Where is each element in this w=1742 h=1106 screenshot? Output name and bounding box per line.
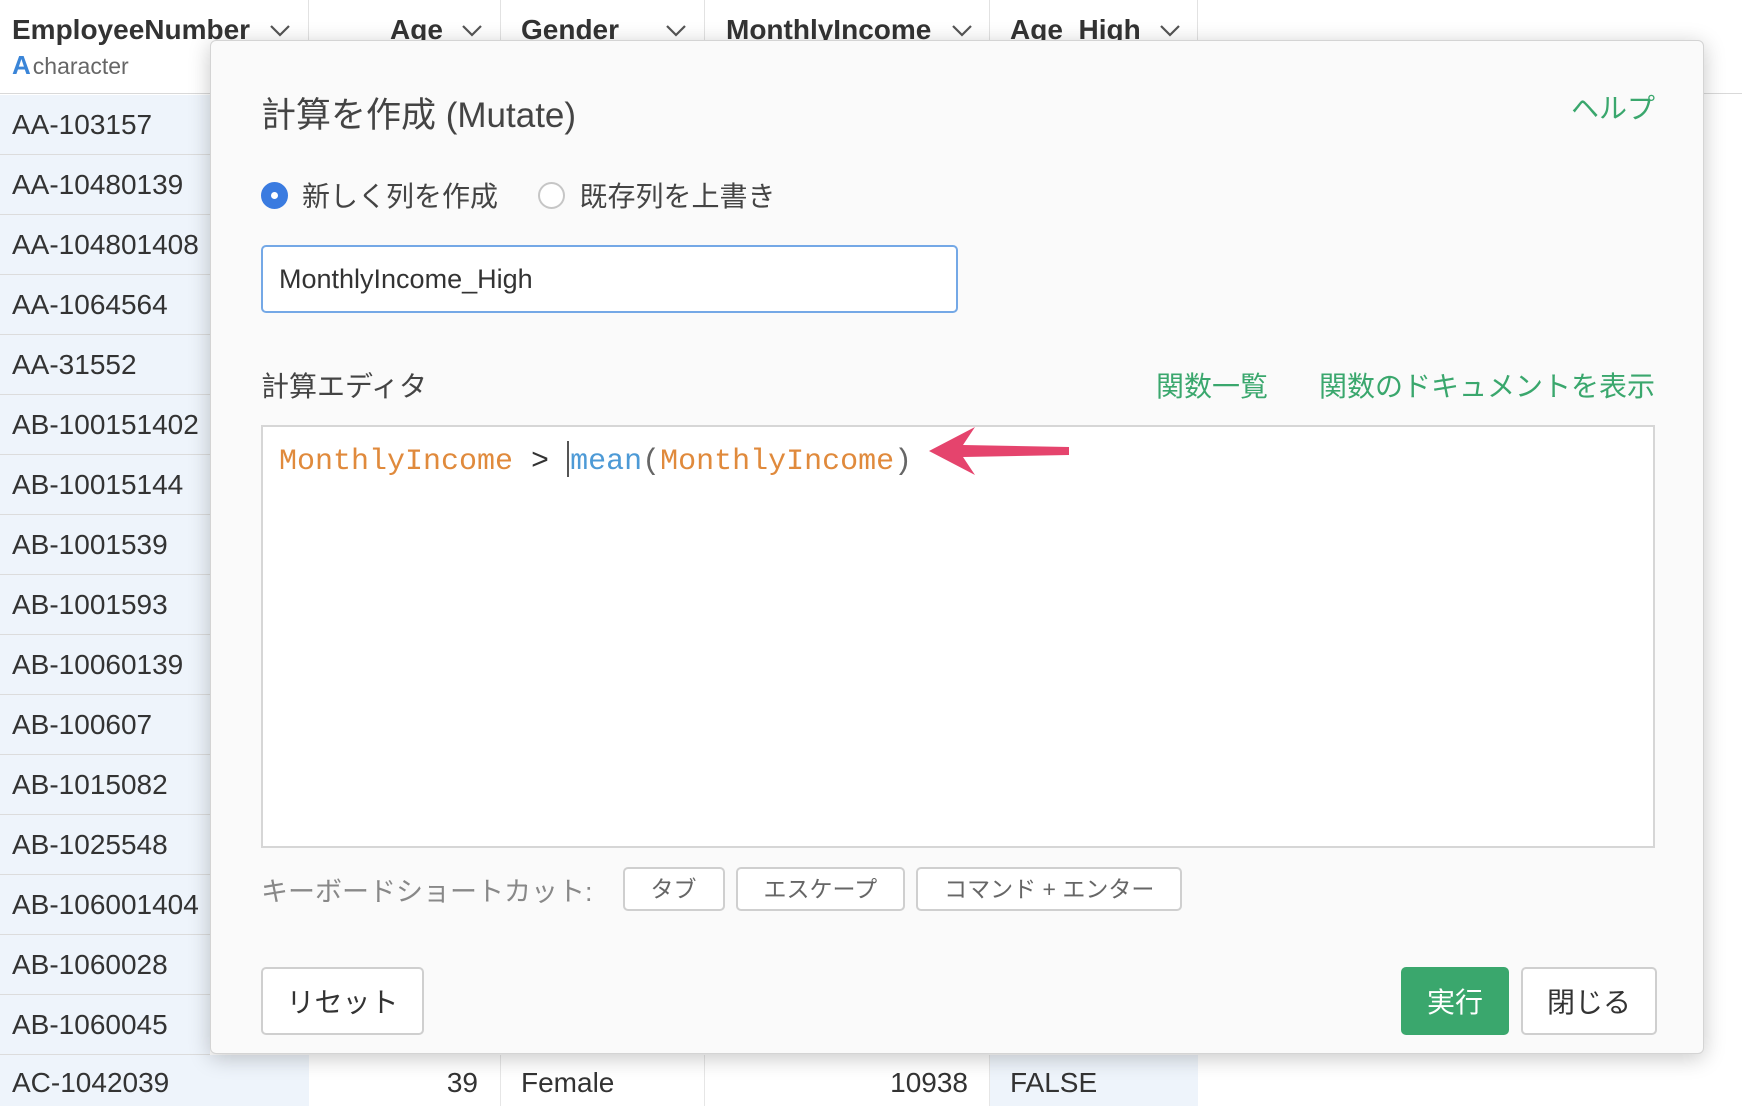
shortcut-key-escape: エスケープ xyxy=(735,867,906,911)
employee-number-cell: AB-1060028 xyxy=(12,949,168,980)
column-type-label: character xyxy=(32,53,129,79)
radio-overwrite-column-label: 既存列を上書き xyxy=(579,181,776,212)
close-button[interactable]: 閉じる xyxy=(1521,967,1657,1035)
employee-number-cell: AB-1025548 xyxy=(12,829,168,860)
table-row[interactable]: AA-31552 xyxy=(0,335,210,395)
table-row[interactable]: AB-106001404 xyxy=(0,875,210,935)
shortcut-key-tab: タブ xyxy=(622,867,725,911)
arrow-left-annotation-icon xyxy=(929,427,1069,475)
new-column-name-input[interactable] xyxy=(261,245,958,313)
employee-number-cell: AA-103157 xyxy=(12,109,153,140)
calculation-editor[interactable]: MonthlyIncome > mean(MonthlyIncome) xyxy=(261,425,1655,848)
gender-cell: Female xyxy=(501,1055,705,1106)
table-row[interactable]: AB-10060139 xyxy=(0,635,210,695)
table-row[interactable]: AB-100607 xyxy=(0,695,210,755)
employee-number-cell: AB-1015082 xyxy=(12,769,168,800)
monthly-income-cell: 10938 xyxy=(705,1055,990,1106)
age-high-cell: FALSE xyxy=(990,1055,1198,1106)
reset-button[interactable]: リセット xyxy=(261,967,424,1035)
table-row[interactable]: AB-1060045 xyxy=(0,995,210,1055)
employee-number-cell: AB-1001593 xyxy=(12,589,168,620)
employee-number-cell: AB-1001539 xyxy=(12,529,168,560)
function-docs-link[interactable]: 関数のドキュメントを表示 xyxy=(1319,365,1655,405)
mutate-dialog: 計算を作成 (Mutate) ヘルプ 新しく列を作成 既存列を上書き 計算エディ… xyxy=(210,40,1704,1054)
employee-number-cell: AA-104801408 xyxy=(12,229,199,260)
table-row[interactable]: AB-1060028 xyxy=(0,935,210,995)
code-token-column: MonthlyIncome xyxy=(279,445,514,479)
employee-number-cell: AB-10060139 xyxy=(12,649,184,680)
keyboard-shortcut-label: キーボードショートカット: xyxy=(261,876,593,907)
grid-rows: AA-103157 AA-10480139 AA-104801408 AA-10… xyxy=(0,95,210,1055)
code-token-operator: > xyxy=(513,445,568,479)
table-row[interactable]: AA-104801408 xyxy=(0,215,210,275)
code-line: MonthlyIncome > mean(MonthlyIncome) xyxy=(279,441,912,482)
column-type: Acharacter xyxy=(12,50,129,81)
table-row[interactable]: AB-1001593 xyxy=(0,575,210,635)
code-token-paren-close: ) xyxy=(894,445,913,479)
employee-number-cell: AB-1060045 xyxy=(12,1009,168,1040)
table-row[interactable]: AB-10015144 xyxy=(0,455,210,515)
radio-new-column[interactable]: 新しく列を作成 xyxy=(261,175,498,215)
code-token-column: MonthlyIncome xyxy=(660,445,895,479)
employee-number-cell: AC-1042039 xyxy=(0,1055,309,1106)
employee-number-cell: AA-10480139 xyxy=(12,169,184,200)
radio-overwrite-column[interactable]: 既存列を上書き xyxy=(538,175,775,215)
table-row[interactable]: AA-1064564 xyxy=(0,275,210,335)
table-row[interactable]: AB-1015082 xyxy=(0,755,210,815)
calculation-editor-label: 計算エディタ xyxy=(261,371,428,402)
code-token-paren-open: ( xyxy=(642,445,661,479)
employee-number-cell: AA-31552 xyxy=(12,349,137,380)
keyboard-shortcuts: キーボードショートカット: タブ エスケープ コマンド + エンター xyxy=(261,867,1193,911)
table-row[interactable]: AA-103157 xyxy=(0,95,210,155)
mode-radio-group: 新しく列を作成 既存列を上書き xyxy=(261,175,811,215)
employee-number-cell: AB-10015144 xyxy=(12,469,184,500)
code-token-function: mean xyxy=(570,445,643,479)
shortcut-key-command-enter: コマンド + エンター xyxy=(916,867,1183,911)
table-row[interactable]: AA-10480139 xyxy=(0,155,210,215)
age-cell: 39 xyxy=(309,1055,501,1106)
function-list-link[interactable]: 関数一覧 xyxy=(1156,365,1268,405)
text-caret xyxy=(567,441,570,477)
employee-number-cell: AB-100607 xyxy=(12,709,153,740)
radio-checked-icon[interactable] xyxy=(261,181,288,209)
radio-new-column-label: 新しく列を作成 xyxy=(302,181,499,212)
employee-number-cell: AB-106001404 xyxy=(12,889,199,920)
dialog-title: 計算を作成 (Mutate) xyxy=(261,96,577,135)
run-button[interactable]: 実行 xyxy=(1401,967,1509,1035)
table-row[interactable]: AB-100151402 xyxy=(0,395,210,455)
employee-number-cell: AA-1064564 xyxy=(12,289,168,320)
help-link[interactable]: ヘルプ xyxy=(1571,87,1655,127)
radio-unchecked-icon[interactable] xyxy=(538,181,566,209)
table-row[interactable]: AB-1001539 xyxy=(0,515,210,575)
employee-number-cell: AB-100151402 xyxy=(12,409,199,440)
table-row[interactable]: AC-1042039 39 Female 10938 FALSE xyxy=(0,1055,1200,1106)
table-row[interactable]: AB-1025548 xyxy=(0,815,210,875)
character-type-icon: A xyxy=(12,50,31,80)
